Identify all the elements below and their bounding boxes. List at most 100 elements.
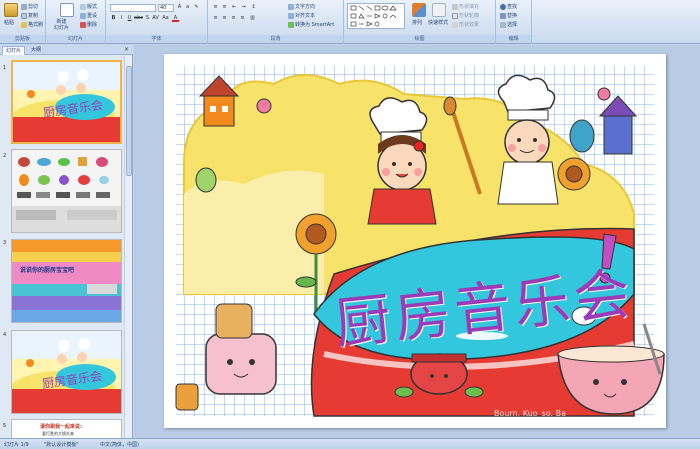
panel-scrollbar[interactable]: [124, 56, 132, 438]
font-name-box[interactable]: [110, 4, 156, 12]
thumb2-art: [12, 150, 121, 232]
smartart-button[interactable]: 转换为 SmartArt: [288, 21, 334, 28]
italic-icon[interactable]: I: [118, 15, 125, 22]
new-slide-icon[interactable]: [60, 3, 74, 17]
align-left-icon[interactable]: ≡: [212, 15, 219, 22]
smartart-icon: [288, 21, 294, 28]
thumb-number: 4: [3, 332, 7, 338]
numbering-icon[interactable]: ≡: [221, 4, 228, 11]
select-button[interactable]: 选择: [500, 21, 517, 28]
cut-button[interactable]: 剪切: [21, 3, 38, 10]
thumb5-line2: 要打胜的大锅先来: [42, 431, 74, 436]
find-button[interactable]: 查找: [500, 3, 517, 10]
line-spacing-icon[interactable]: ↕: [250, 4, 257, 11]
slide-thumbnail-4[interactable]: 厨房音乐会: [11, 330, 122, 414]
clipboard-group-label: 剪贴板: [0, 35, 45, 43]
thumb3-art: [12, 240, 121, 322]
thumb-number: 2: [3, 153, 7, 159]
layout-button[interactable]: 版式: [80, 3, 97, 10]
close-icon[interactable]: ×: [124, 46, 129, 53]
font-group-label: 字体: [106, 35, 207, 43]
paste-icon[interactable]: [4, 3, 18, 17]
slide-thumbnail-1[interactable]: 厨房音乐会: [11, 60, 122, 144]
editing-group: 查找 替换 选择 编辑: [496, 0, 532, 44]
shapes-gallery[interactable]: [347, 3, 405, 29]
quick-styles-icon[interactable]: [432, 3, 446, 17]
slides-panel: 幻灯片 大纲 × 1 厨房音乐会 2 3 说说你的厨房宝宝吧 4 厨房音乐会 5…: [0, 45, 133, 438]
tab-outline[interactable]: 大纲: [28, 46, 44, 55]
change-case-icon[interactable]: Aa: [162, 15, 169, 22]
ribbon: 粘贴 剪切 复制 格式刷 剪贴板 新建 幻灯片 版式 重设 删除 幻灯片 40 …: [0, 0, 700, 44]
thumb3-title: 说说你的厨房宝宝吧: [20, 267, 75, 274]
arrange-icon[interactable]: [412, 3, 426, 17]
thumb-number: 5: [3, 423, 7, 429]
brush-icon: [21, 21, 27, 28]
status-theme[interactable]: "默认设计模板": [44, 441, 79, 448]
replace-button[interactable]: 替换: [500, 12, 517, 19]
bullets-icon[interactable]: ≡: [212, 4, 219, 11]
align-right-icon[interactable]: ≡: [230, 15, 237, 22]
reset-button[interactable]: 重设: [80, 12, 97, 19]
font-size-box[interactable]: 40: [158, 4, 174, 12]
outline-icon: [452, 12, 458, 19]
copy-button[interactable]: 复制: [21, 12, 38, 19]
effects-icon: [452, 21, 458, 28]
new-slide-button[interactable]: 新建 幻灯片: [54, 19, 69, 31]
thumb5-line1: 请你跟我一起来说:: [40, 424, 83, 430]
font-group: 40 A a ✎ B I U abc S AV Aa A 字体: [106, 0, 208, 44]
justify-icon[interactable]: ≡: [239, 15, 246, 22]
shrink-font-icon[interactable]: a: [184, 4, 191, 11]
scissors-icon: [21, 3, 27, 10]
strikethrough-icon[interactable]: abc: [134, 15, 143, 22]
shadow-icon[interactable]: S: [144, 15, 151, 22]
paragraph-group-label: 段落: [208, 35, 343, 43]
slides-group: 新建 幻灯片 版式 重设 删除 幻灯片: [46, 0, 106, 44]
quick-styles-button[interactable]: 快速样式: [428, 19, 448, 26]
bold-icon[interactable]: B: [110, 15, 117, 22]
thumb-number: 1: [3, 65, 7, 71]
format-painter-button[interactable]: 格式刷: [21, 21, 43, 28]
copy-icon: [21, 12, 27, 19]
replace-icon: [500, 12, 506, 19]
reset-icon: [80, 12, 86, 19]
cursor-icon: [500, 21, 506, 28]
status-slide-count: 幻灯片 1/9: [4, 442, 29, 448]
shape-effects-button[interactable]: 形状效果: [452, 21, 479, 28]
spacing-icon[interactable]: AV: [152, 15, 159, 22]
font-color-icon[interactable]: A: [172, 15, 179, 22]
panel-tabs: 幻灯片 大纲 ×: [0, 45, 133, 55]
arrange-button[interactable]: 排列: [412, 19, 422, 26]
editing-group-label: 编辑: [496, 35, 531, 43]
paste-button[interactable]: 粘贴: [4, 19, 14, 26]
paragraph-group: ≡ ≡ ⇤ ⇥ ↕ ≡ ≡ ≡ ≡ ▥ 文字方向 对齐文本 转换为 SmartA…: [208, 0, 344, 44]
tab-slides[interactable]: 幻灯片: [2, 46, 26, 55]
decrease-indent-icon[interactable]: ⇤: [231, 4, 238, 11]
columns-icon[interactable]: ▥: [249, 15, 256, 22]
scrollbar-thumb[interactable]: [126, 66, 132, 176]
slide-illustration: [175, 66, 665, 417]
text-direction-button[interactable]: 文字方向: [288, 3, 315, 10]
delete-slide-button[interactable]: 删除: [80, 21, 97, 28]
grow-font-icon[interactable]: A: [176, 4, 183, 11]
underline-icon[interactable]: U: [126, 15, 133, 22]
slide-thumbnail-2[interactable]: [11, 149, 122, 233]
shape-fill-button[interactable]: 形状填充: [452, 3, 479, 10]
status-language[interactable]: 中文(简体，中国): [100, 441, 139, 448]
increase-indent-icon[interactable]: ⇥: [240, 4, 247, 11]
slide-thumbnail-3[interactable]: 说说你的厨房宝宝吧: [11, 239, 122, 323]
slide-canvas[interactable]: 厨房音乐会 qeq Bourn. Kuo_so. Ba: [164, 54, 666, 428]
clear-format-icon[interactable]: ✎: [193, 4, 200, 11]
shape-outline-button[interactable]: 形状轮廓: [452, 12, 479, 19]
align-text-button[interactable]: 对齐文本: [288, 12, 315, 19]
text-direction-icon: [288, 3, 294, 10]
slide-thumbnail-5[interactable]: 请你跟我一起来说: 要打胜的大锅先来: [11, 419, 122, 438]
fill-icon: [452, 3, 458, 10]
drawing-group-label: 绘图: [344, 35, 495, 43]
align-center-icon[interactable]: ≡: [221, 15, 228, 22]
slides-group-label: 幻灯片: [46, 35, 105, 43]
drawing-group: 排列 快速样式 形状填充 形状轮廓 形状效果 绘图: [344, 0, 496, 44]
thumb-number: 3: [3, 240, 7, 246]
clipboard-group: 粘贴 剪切 复制 格式刷 剪贴板: [0, 0, 46, 44]
slide-workspace: 厨房音乐会 qeq Bourn. Kuo_so. Ba: [134, 45, 700, 438]
layout-icon: [80, 3, 86, 10]
